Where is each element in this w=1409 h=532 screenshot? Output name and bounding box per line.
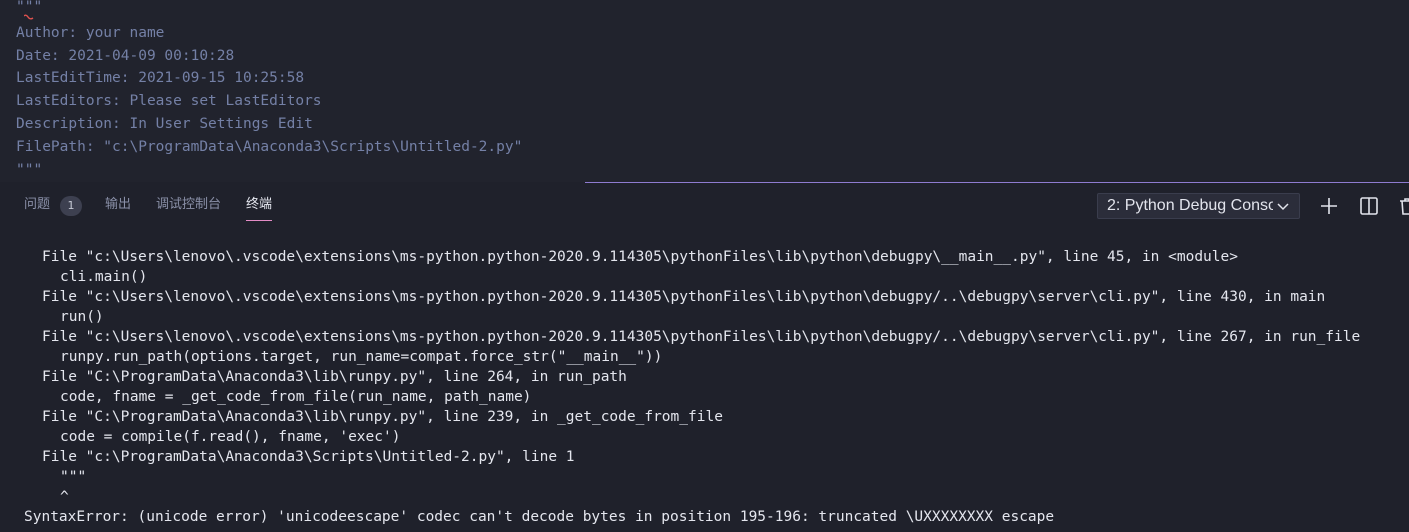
traceback-code-line: cli.main() [60, 269, 148, 285]
kill-terminal-button[interactable] [1395, 194, 1409, 218]
split-icon [1360, 197, 1378, 215]
traceback-code-line: code, fname = _get_code_from_file(run_na… [60, 389, 532, 405]
tab-terminal[interactable]: 终端 [246, 195, 273, 221]
plus-icon [1321, 198, 1337, 214]
traceback-code-line: """ [60, 469, 87, 485]
error-caret: ^ [60, 489, 69, 505]
tab-output[interactable]: 输出 [105, 195, 131, 215]
terminal-select-label: 2: Python Debug Console [1107, 197, 1273, 214]
tab-debug-console[interactable]: 调试控制台 [156, 195, 221, 215]
traceback-code-line: runpy.run_path(options.target, run_name=… [60, 349, 663, 365]
code-line-filepath: FilePath: "c:\ProgramData\Anaconda3\Scri… [16, 139, 523, 155]
syntax-error-message: SyntaxError: (unicode error) 'unicodeesc… [24, 509, 1055, 525]
traceback-line: File "c:\ProgramData\Anaconda3\Scripts\U… [42, 449, 575, 465]
code-line-author: Author: your name [16, 25, 165, 41]
new-terminal-button[interactable] [1317, 194, 1341, 218]
code-line-date: Date: 2021-04-09 00:10:28 [16, 48, 235, 64]
traceback-line: File "c:\Users\lenovo\.vscode\extensions… [42, 289, 1326, 305]
traceback-code-line: run() [60, 309, 104, 325]
traceback-line: File "c:\Users\lenovo\.vscode\extensions… [42, 329, 1361, 345]
code-line-last-editors: LastEditors: Please set LastEditors [16, 93, 322, 109]
error-squiggle-icon [24, 14, 34, 20]
traceback-line: File "c:\Users\lenovo\.vscode\extensions… [42, 249, 1238, 265]
code-line-docstring-close: """ [16, 162, 43, 178]
problems-count-badge: 1 [60, 196, 82, 216]
traceback-line: File "C:\ProgramData\Anaconda3\lib\runpy… [42, 369, 627, 385]
traceback-line: File "C:\ProgramData\Anaconda3\lib\runpy… [42, 409, 723, 425]
tab-problems[interactable]: 问题 [24, 195, 50, 215]
code-line-description: Description: In User Settings Edit [16, 116, 313, 132]
code-line-last-edit-time: LastEditTime: 2021-09-15 10:25:58 [16, 70, 305, 86]
terminal-output[interactable]: File "c:\Users\lenovo\.vscode\extensions… [0, 229, 1409, 532]
chevron-down-icon [1277, 203, 1289, 211]
terminal-select-dropdown[interactable]: 2: Python Debug Console [1097, 193, 1300, 219]
panel-tab-bar: 问题 1 输出 调试控制台 终端 2: Python Debug Console [0, 183, 1409, 229]
traceback-code-line: code = compile(f.read(), fname, 'exec') [60, 429, 401, 445]
code-editor[interactable]: """ Author: your name Date: 2021-04-09 0… [0, 0, 1409, 182]
split-terminal-button[interactable] [1357, 194, 1381, 218]
trash-icon [1400, 198, 1409, 215]
